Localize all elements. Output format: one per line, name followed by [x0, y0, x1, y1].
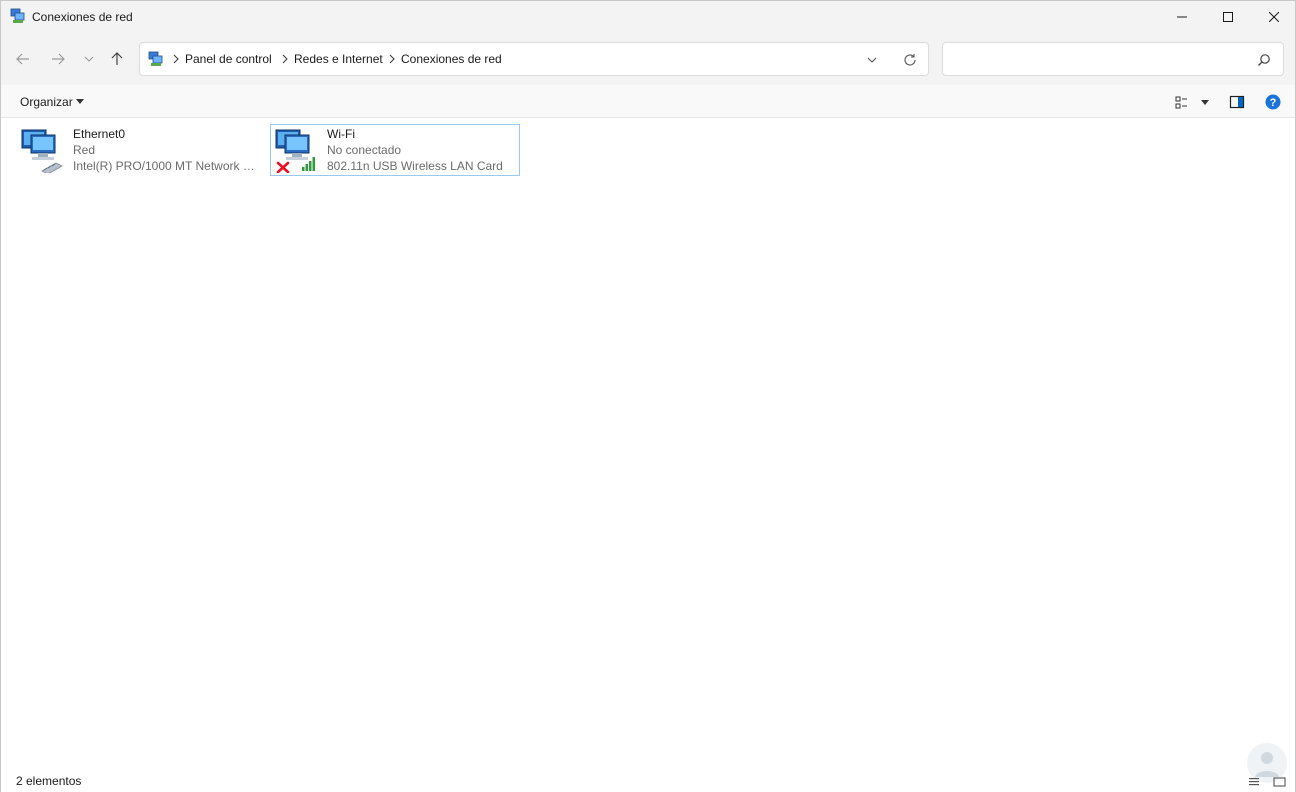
- control-panel-icon: [148, 51, 163, 66]
- up-button[interactable]: [105, 47, 129, 71]
- caret-down-icon[interactable]: [76, 99, 84, 104]
- connection-name: Wi-Fi: [327, 127, 355, 141]
- breadcrumb-conexiones-de-red[interactable]: Conexiones de red: [401, 52, 502, 66]
- refresh-icon[interactable]: [902, 52, 918, 68]
- view-options-icon[interactable]: [1174, 94, 1190, 110]
- explorer-window: Conexiones de red Panel de control Redes…: [0, 0, 1296, 792]
- chevron-right-icon: [282, 54, 288, 64]
- close-button[interactable]: [1251, 1, 1296, 33]
- navigation-bar: Panel de control Redes e Internet Conexi…: [1, 33, 1295, 85]
- arrow-right-icon: [52, 53, 65, 65]
- ethernet-adapter-icon: [21, 129, 63, 173]
- minimize-button[interactable]: [1159, 1, 1205, 33]
- maximize-button[interactable]: [1205, 1, 1251, 33]
- search-icon: [1258, 54, 1270, 66]
- connection-status: No conectado: [327, 143, 402, 157]
- connections-list: Ethernet0 Red Intel(R) PRO/1000 MT Netwo…: [1, 118, 1295, 766]
- breadcrumb-panel-de-control[interactable]: Panel de control: [185, 52, 272, 66]
- chevron-down-icon[interactable]: [864, 52, 880, 68]
- recent-locations-button[interactable]: [77, 47, 101, 71]
- arrow-left-icon: [16, 53, 29, 65]
- chevron-right-icon: [389, 54, 395, 64]
- network-connections-icon: [10, 8, 25, 23]
- connection-device: Intel(R) PRO/1000 MT Network C...: [73, 159, 261, 173]
- preview-pane-icon[interactable]: [1229, 94, 1245, 110]
- command-bar: Organizar ?: [1, 85, 1295, 118]
- back-button[interactable]: [11, 47, 35, 71]
- close-icon: [1269, 12, 1279, 22]
- chevron-down-icon: [84, 56, 94, 62]
- search-input[interactable]: [942, 42, 1284, 76]
- status-bar: 2 elementos: [1, 767, 1295, 792]
- maximize-icon: [1223, 12, 1233, 22]
- caret-down-icon[interactable]: [1197, 94, 1213, 110]
- connection-device: 802.11n USB Wireless LAN Card: [327, 159, 503, 173]
- help-icon[interactable]: ?: [1265, 94, 1281, 110]
- item-count: 2 elementos: [16, 774, 82, 788]
- connection-status: Red: [73, 143, 96, 157]
- watermark-logo: [1247, 743, 1287, 787]
- breadcrumb-redes-e-internet[interactable]: Redes e Internet: [294, 52, 383, 66]
- window-title: Conexiones de red: [32, 10, 133, 24]
- organize-button[interactable]: Organizar: [20, 95, 73, 109]
- svg-text:?: ?: [1270, 97, 1277, 109]
- address-bar[interactable]: Panel de control Redes e Internet Conexi…: [139, 42, 929, 76]
- minimize-icon: [1177, 16, 1187, 18]
- chevron-right-icon: [173, 54, 179, 64]
- arrow-up-icon: [111, 52, 123, 65]
- connection-item-wifi[interactable]: Wi-Fi No conectado 802.11n USB Wireless …: [270, 124, 520, 176]
- connection-name: Ethernet0: [73, 127, 126, 141]
- title-bar[interactable]: Conexiones de red: [1, 1, 1295, 33]
- wifi-adapter-disconnected-icon: [275, 129, 315, 173]
- connection-item-ethernet[interactable]: Ethernet0 Red Intel(R) PRO/1000 MT Netwo…: [16, 124, 266, 176]
- forward-button[interactable]: [46, 47, 70, 71]
